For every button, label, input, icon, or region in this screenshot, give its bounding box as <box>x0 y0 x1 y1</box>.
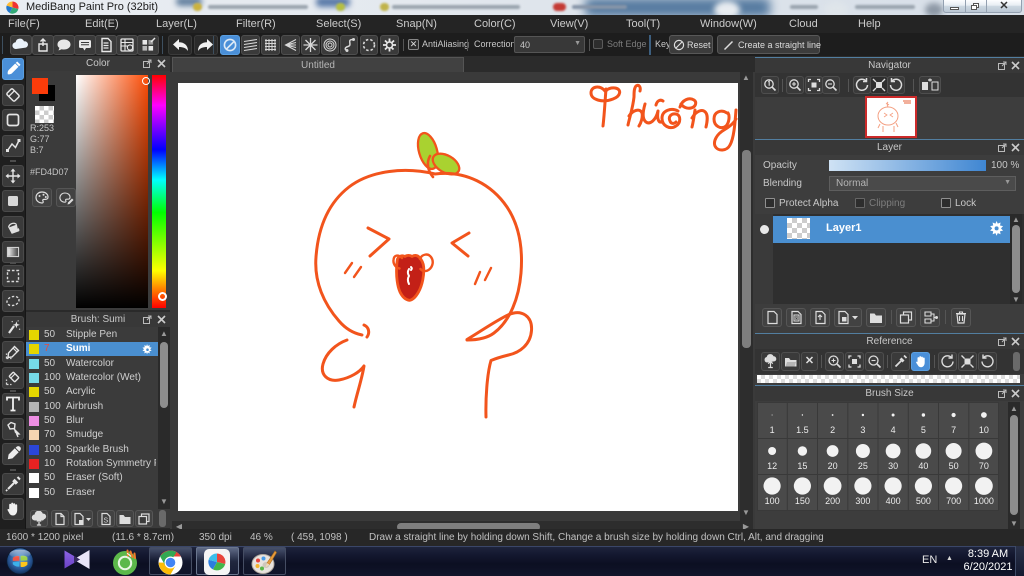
svg-text:200: 200 <box>825 496 840 506</box>
svg-text:8: 8 <box>795 316 798 322</box>
svg-text:1.5: 1.5 <box>796 425 809 435</box>
svg-text:4: 4 <box>891 425 896 435</box>
svg-text:30: 30 <box>888 461 898 471</box>
svg-text:12: 12 <box>767 461 777 471</box>
svg-text:500: 500 <box>916 496 931 506</box>
svg-text:700: 700 <box>946 496 961 506</box>
svg-text:1: 1 <box>770 425 775 435</box>
svg-text:400: 400 <box>886 496 901 506</box>
svg-text:2: 2 <box>830 425 835 435</box>
svg-text:40: 40 <box>918 461 928 471</box>
svg-text:20: 20 <box>828 461 838 471</box>
svg-text:15: 15 <box>797 461 807 471</box>
svg-text:10: 10 <box>979 425 989 435</box>
svg-text:100: 100 <box>765 496 780 506</box>
svg-text:150: 150 <box>795 496 810 506</box>
svg-text:70: 70 <box>979 461 989 471</box>
svg-text:7: 7 <box>951 425 956 435</box>
svg-text:S: S <box>104 518 109 525</box>
svg-text:50: 50 <box>949 461 959 471</box>
svg-text:300: 300 <box>855 496 870 506</box>
svg-text:25: 25 <box>858 461 868 471</box>
svg-text:5: 5 <box>921 425 926 435</box>
svg-text:3: 3 <box>860 425 865 435</box>
svg-text:1000: 1000 <box>974 496 994 506</box>
